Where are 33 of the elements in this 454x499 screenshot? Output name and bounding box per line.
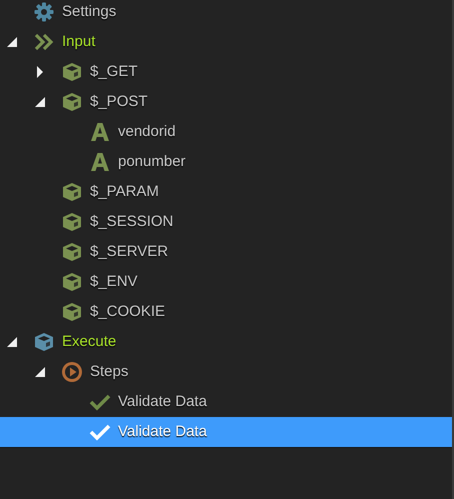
tree-item-label[interactable]: ponumber <box>118 150 186 174</box>
tree-row[interactable]: Settings <box>0 0 452 27</box>
tree-row[interactable]: Validate Data <box>0 387 452 417</box>
tree-row[interactable]: $_SERVER <box>0 237 452 267</box>
expanded-triangle-icon[interactable] <box>34 96 46 108</box>
tree-row[interactable]: $_PARAM <box>0 177 452 207</box>
tree-row[interactable]: $_GET <box>0 57 452 87</box>
tree-row[interactable]: ponumber <box>0 147 452 177</box>
tree-row[interactable]: $_ENV <box>0 267 452 297</box>
tree-item-label[interactable]: Steps <box>90 360 128 384</box>
tree-row[interactable]: Input <box>0 27 452 57</box>
tree-item-label[interactable]: Settings <box>62 0 116 24</box>
tree-item-label[interactable]: Execute <box>62 330 116 354</box>
tree-row[interactable]: $_COOKIE <box>0 297 452 327</box>
tree-item-label[interactable]: $_SERVER <box>90 240 168 264</box>
tree-item-label[interactable]: $_GET <box>90 60 138 84</box>
tree-item-label[interactable]: vendorid <box>118 120 176 144</box>
tree-item-label[interactable]: Validate Data <box>118 390 207 414</box>
tree-item-label[interactable]: $_POST <box>90 90 148 114</box>
expanded-triangle-icon[interactable] <box>6 336 18 348</box>
expanded-triangle-icon[interactable] <box>34 366 46 378</box>
tree-row[interactable]: vendorid <box>0 117 452 147</box>
tree-row[interactable]: $_SESSION <box>0 207 452 237</box>
tree-row[interactable]: Steps <box>0 357 452 387</box>
tree-item-label[interactable]: $_ENV <box>90 270 138 294</box>
tree-row[interactable]: $_POST <box>0 87 452 117</box>
collapsed-triangle-icon[interactable] <box>34 66 46 78</box>
expanded-triangle-icon[interactable] <box>6 36 18 48</box>
tree-item-label[interactable]: Input <box>62 30 96 54</box>
tree-item-label[interactable]: $_PARAM <box>90 180 159 204</box>
tree-item-label[interactable]: $_COOKIE <box>90 300 166 324</box>
tree-item-label[interactable]: $_SESSION <box>90 210 174 234</box>
tree-row[interactable]: Execute <box>0 327 452 357</box>
